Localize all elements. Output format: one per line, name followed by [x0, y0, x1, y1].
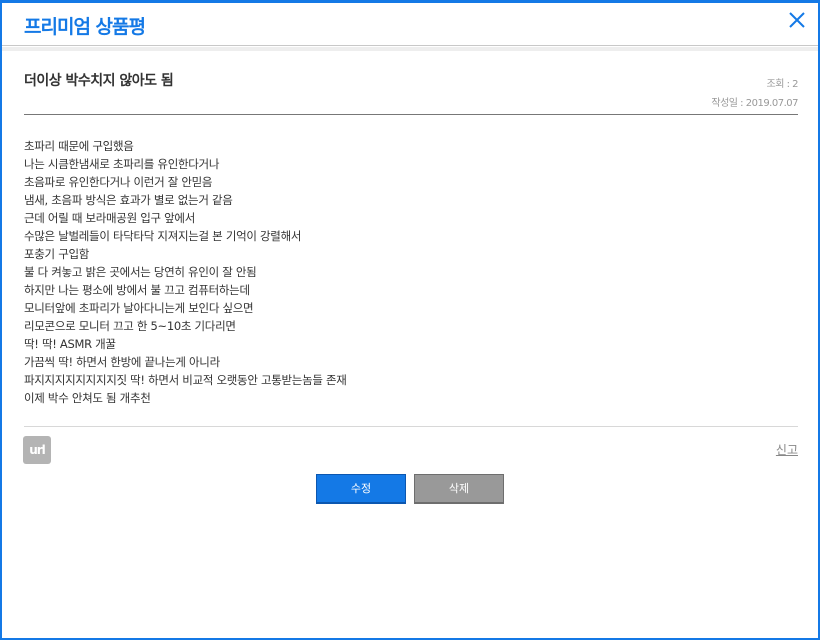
- body-line: 가끔씩 딱! 하면서 한방에 끝나는게 아니라: [24, 355, 220, 369]
- body-line: 이제 박수 안쳐도 됨 개추천: [24, 391, 151, 405]
- title-divider: [24, 114, 798, 115]
- body-line: 모니터앞에 초파리가 날아다니는게 보인다 싶으면: [24, 301, 254, 315]
- dialog-header: 프리미엄 상품평: [2, 3, 818, 46]
- report-link[interactable]: 신고: [776, 441, 798, 458]
- body-line: 하지만 나는 평소에 방에서 불 끄고 컴퓨터하는데: [24, 283, 250, 297]
- body-line: 냄새, 초음파 방식은 효과가 별로 없는거 같음: [24, 193, 233, 207]
- post-body: 초파리 때문에 구입했음나는 시큼한냄새로 초파리를 유인한다거나초음파로 유인…: [24, 137, 347, 407]
- body-line: 딱! 딱! ASMR 개꿀: [24, 337, 116, 351]
- body-divider: [24, 426, 798, 427]
- review-dialog: 프리미엄 상품평 더이상 박수치지 않아도 됨 조회 : 2 작성일 : 201…: [0, 0, 820, 640]
- body-line: 포충기 구입함: [24, 247, 90, 261]
- close-icon[interactable]: [786, 9, 808, 31]
- body-line: 불 다 켜놓고 밝은 곳에서는 당연히 유인이 잘 안됨: [24, 265, 257, 279]
- body-line: 파지지지지지지지지짓 딱! 하면서 비교적 오랫동안 고통받는놈들 존재: [24, 373, 347, 387]
- view-count: 조회 : 2: [766, 79, 799, 90]
- body-line: 초음파로 유인한다거나 이런거 잘 안믿음: [24, 175, 213, 189]
- dialog-title: 프리미엄 상품평: [24, 16, 146, 38]
- url-button[interactable]: url: [23, 436, 51, 464]
- post-date: 작성일 : 2019.07.07: [711, 98, 798, 109]
- body-line: 근데 어릴 때 보라매공원 입구 앞에서: [24, 211, 195, 225]
- edit-button[interactable]: 수정: [316, 474, 406, 504]
- body-line: 리모콘으로 모니터 끄고 한 5~10초 기다리면: [24, 319, 236, 333]
- body-line: 초파리 때문에 구입했음: [24, 139, 134, 153]
- post-title: 더이상 박수치지 않아도 됨: [24, 73, 174, 89]
- body-line: 수많은 날벌레들이 타닥타닥 지져지는걸 본 기억이 강렬해서: [24, 229, 302, 243]
- body-line: 나는 시큼한냄새로 초파리를 유인한다거나: [24, 157, 220, 171]
- header-divider: [2, 47, 818, 51]
- delete-button[interactable]: 삭제: [414, 474, 504, 504]
